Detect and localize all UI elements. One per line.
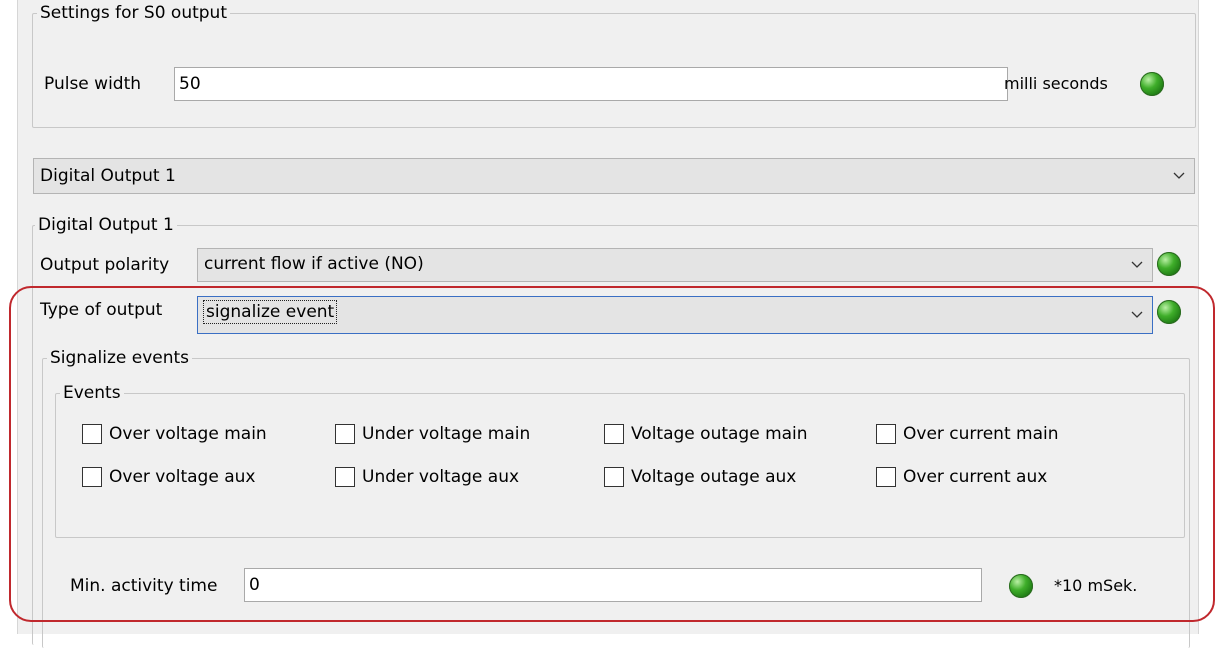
output-polarity-label: Output polarity [40,255,170,275]
checkbox-label: Over voltage main [109,424,267,444]
events-legend: Events [60,382,124,404]
checkbox-box[interactable] [876,424,896,444]
pulse-width-label: Pulse width [44,74,142,94]
checkbox-over-voltage-aux[interactable]: Over voltage aux [82,467,255,487]
pulse-width-status-icon [1140,72,1164,96]
min-activity-status-icon [1009,574,1033,598]
checkbox-box[interactable] [335,467,355,487]
checkbox-label: Over current aux [903,467,1048,487]
checkbox-over-current-main[interactable]: Over current main [876,424,1059,444]
output-polarity-dropdown[interactable]: current flow if active (NO) [197,248,1153,282]
min-activity-input[interactable] [244,568,982,602]
output-selector-dropdown[interactable]: Digital Output 1 [33,158,1195,194]
type-of-output-label: Type of output [40,300,163,320]
events-group: Events [55,382,1185,538]
digital-output-legend: Digital Output 1 [35,214,177,236]
type-of-output-dropdown[interactable]: signalize event [197,296,1153,334]
checkbox-over-current-aux[interactable]: Over current aux [876,467,1047,487]
chevron-down-icon [1170,159,1188,193]
checkbox-label: Voltage outage aux [631,467,797,487]
checkbox-box[interactable] [335,424,355,444]
checkbox-label: Under voltage aux [362,467,520,487]
checkbox-over-voltage-main[interactable]: Over voltage main [82,424,267,444]
checkbox-label: Voltage outage main [631,424,808,444]
settings-panel: Settings for S0 output Pulse width milli… [17,0,1199,648]
checkbox-box[interactable] [876,467,896,487]
min-activity-label: Min. activity time [70,576,218,596]
checkbox-label: Over current main [903,424,1059,444]
pulse-width-unit: milli seconds [1004,74,1108,93]
min-activity-unit: *10 mSek. [1054,576,1138,595]
output-selector-value: Digital Output 1 [40,166,176,186]
checkbox-label: Under voltage main [362,424,531,444]
s0-settings-legend: Settings for S0 output [37,2,230,24]
output-polarity-status-icon [1157,252,1181,276]
chevron-down-icon [1128,297,1146,333]
checkbox-box[interactable] [604,467,624,487]
checkbox-box[interactable] [82,467,102,487]
checkbox-voltage-outage-aux[interactable]: Voltage outage aux [604,467,796,487]
signalize-events-legend: Signalize events [47,347,193,369]
checkbox-under-voltage-aux[interactable]: Under voltage aux [335,467,519,487]
chevron-down-icon [1128,249,1146,281]
output-polarity-value: current flow if active (NO) [204,254,424,274]
pulse-width-input[interactable] [174,67,1008,101]
checkbox-under-voltage-main[interactable]: Under voltage main [335,424,530,444]
type-of-output-value: signalize event [202,300,338,324]
checkbox-label: Over voltage aux [109,467,256,487]
type-of-output-status-icon [1157,300,1181,324]
checkbox-box[interactable] [82,424,102,444]
checkbox-voltage-outage-main[interactable]: Voltage outage main [604,424,808,444]
checkbox-box[interactable] [604,424,624,444]
